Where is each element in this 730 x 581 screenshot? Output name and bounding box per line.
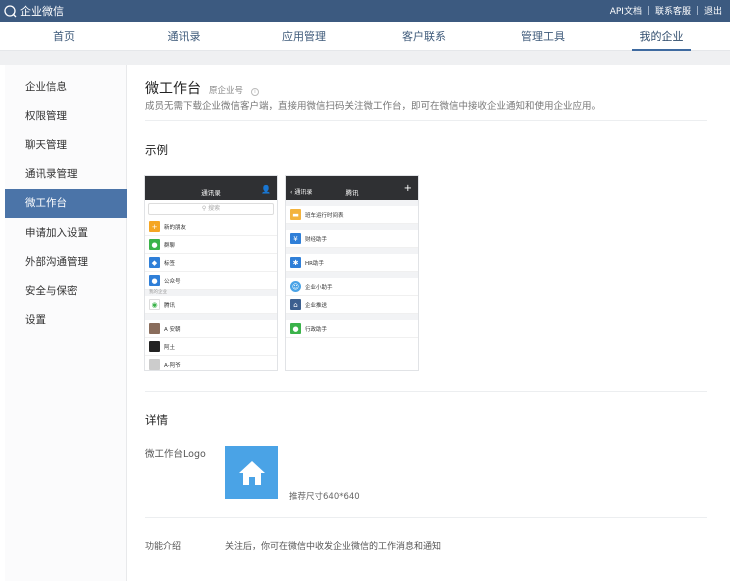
- tab-my-company[interactable]: 我的企业: [632, 22, 691, 51]
- contact-support-link[interactable]: 联系客服: [655, 4, 691, 17]
- list-item-label: 企业推送: [305, 302, 328, 309]
- add-contact-icon: 👤: [261, 185, 271, 194]
- divider: [145, 120, 707, 121]
- brand-name: 企业微信: [20, 5, 64, 18]
- tab-contacts[interactable]: 通讯录: [156, 22, 212, 51]
- list-item-label: 企业小助手: [305, 284, 333, 291]
- sidebar-item-chat-management[interactable]: 聊天管理: [5, 131, 127, 160]
- sidebar-item-company-info[interactable]: 企业信息: [5, 73, 127, 102]
- brand[interactable]: 企业微信: [4, 3, 64, 19]
- page-subtitle: 原企业号: [209, 86, 244, 96]
- list-item: A 安朝: [145, 320, 277, 338]
- info-icon[interactable]: i: [251, 88, 260, 96]
- list-item-label: 公众号: [164, 278, 181, 285]
- search-icon: ⚲: [201, 205, 207, 212]
- plus-icon: +: [403, 183, 412, 194]
- list-item: ● 群聊: [145, 236, 277, 254]
- list-item-label: 新的朋友: [164, 224, 187, 231]
- list-item: 阿土: [145, 338, 277, 356]
- phone-search-text: 搜索: [208, 205, 221, 212]
- list-item-label: A-阿爷: [164, 362, 181, 369]
- title-row: 微工作台 原企业号 i: [145, 78, 260, 98]
- wecom-logo-icon: [4, 4, 17, 18]
- example-phone-contacts: 通讯录 👤 ⚲ 搜索 + 新的朋友 ● 群聊 ◆ 标签 ● 公众号 我的企业 ◉ 腾讯 A…: [144, 175, 278, 371]
- home-icon: [238, 460, 265, 485]
- sidebar-item-micro-workbench[interactable]: 微工作台: [5, 189, 127, 218]
- divider: [145, 517, 707, 518]
- content-panel: 微工作台 原企业号 i 成员无需下载企业微信客户端，直接用微信扫码关注微工作台，…: [127, 65, 725, 581]
- tab-my-company-label: 我的企业: [639, 30, 684, 43]
- sidebar: 企业信息 权限管理 聊天管理 通讯录管理 微工作台 申请加入设置 外部沟通管理 …: [5, 65, 127, 581]
- feature-description: 关注后，你可在微信中收发企业微信的工作消息和通知: [225, 542, 442, 552]
- group-chat-icon: ●: [149, 239, 160, 250]
- phone-title: 腾讯: [345, 189, 359, 197]
- assistant-icon: ☺: [290, 281, 301, 292]
- admin-icon: ●: [290, 323, 301, 334]
- avatar: [149, 359, 160, 370]
- finance-icon: ¥: [290, 233, 301, 244]
- list-item-label: 财经助手: [305, 236, 328, 243]
- home-icon: ⌂: [290, 299, 301, 310]
- hr-icon: ✱: [290, 257, 301, 268]
- avatar: [149, 341, 160, 352]
- sidebar-item-contacts-management[interactable]: 通讯录管理: [5, 160, 127, 189]
- example-phone-company: ‹ 通讯录 腾讯 + ▬ 班车运行时间表 ¥ 财经助手 ✱ HR助手 ☺ 企业小助手 ⌂…: [285, 175, 419, 371]
- phone-header: ‹ 通讯录 腾讯 +: [286, 176, 418, 200]
- example-heading: 示例: [145, 143, 168, 157]
- logo-size-hint: 推荐尺寸640*640: [289, 492, 360, 502]
- logout-link[interactable]: 退出: [704, 4, 722, 17]
- sidebar-item-permissions[interactable]: 权限管理: [5, 102, 127, 131]
- list-item: ● 行政助手: [286, 320, 418, 338]
- feature-label: 功能介绍: [145, 542, 182, 552]
- list-item: ◉ 腾讯: [145, 296, 277, 314]
- header-band: [0, 51, 730, 65]
- tab-apps[interactable]: 应用管理: [273, 22, 335, 51]
- top-bar: 企业微信 API文档 联系客服 退出: [0, 0, 730, 22]
- page-description: 成员无需下载企业微信客户端，直接用微信扫码关注微工作台，即可在微信中接收企业通知…: [145, 101, 602, 112]
- list-item: ⌂ 企业推送: [286, 296, 418, 314]
- workbench-logo[interactable]: [225, 446, 278, 499]
- tab-home[interactable]: 首页: [38, 22, 90, 51]
- list-item: + 新的朋友: [145, 218, 277, 236]
- list-item: ▬ 班车运行时间表: [286, 206, 418, 224]
- list-item-label: 标签: [164, 260, 176, 267]
- list-item: ✱ HR助手: [286, 254, 418, 272]
- list-item-label: HR助手: [305, 260, 324, 267]
- list-item-label: 行政助手: [305, 326, 328, 333]
- phone-title: 通讯录: [201, 189, 221, 197]
- api-docs-link[interactable]: API文档: [610, 4, 642, 17]
- separator: [647, 6, 649, 15]
- bus-schedule-icon: ▬: [290, 209, 301, 220]
- list-item-label: 腾讯: [164, 302, 176, 309]
- tag-icon: ◆: [149, 257, 160, 268]
- tab-admin-tools[interactable]: 管理工具: [512, 22, 574, 51]
- list-item-label: 班车运行时间表: [305, 212, 344, 219]
- sidebar-item-settings[interactable]: 设置: [5, 306, 127, 335]
- sidebar-item-join-settings[interactable]: 申请加入设置: [5, 219, 127, 248]
- list-item: ● 公众号: [145, 272, 277, 290]
- page-title: 微工作台: [145, 81, 201, 97]
- avatar: [149, 323, 160, 334]
- list-item: ◆ 标签: [145, 254, 277, 272]
- divider: [145, 391, 707, 392]
- list-item-label: A 安朝: [164, 326, 181, 333]
- phone-search: ⚲ 搜索: [148, 203, 274, 215]
- main-nav: 首页 通讯录 应用管理 客户联系 管理工具 我的企业: [0, 22, 730, 51]
- list-item-label: 阿土: [164, 344, 176, 351]
- list-item: ☺ 企业小助手: [286, 278, 418, 296]
- separator: [696, 6, 698, 15]
- list-item: A-阿爷: [145, 356, 277, 370]
- top-links: API文档 联系客服 退出: [610, 4, 722, 17]
- company-logo-icon: ◉: [149, 299, 160, 310]
- tab-customer-contact[interactable]: 客户联系: [393, 22, 455, 51]
- details-heading: 详情: [145, 413, 168, 427]
- list-item: ¥ 财经助手: [286, 230, 418, 248]
- new-friend-icon: +: [149, 221, 160, 232]
- list-item-label: 群聊: [164, 242, 176, 249]
- sidebar-item-security[interactable]: 安全与保密: [5, 277, 127, 306]
- sidebar-item-external-communication[interactable]: 外部沟通管理: [5, 248, 127, 277]
- official-account-icon: ●: [149, 275, 160, 286]
- phone-header: 通讯录 👤: [145, 176, 277, 200]
- logo-label: 微工作台Logo: [145, 449, 206, 460]
